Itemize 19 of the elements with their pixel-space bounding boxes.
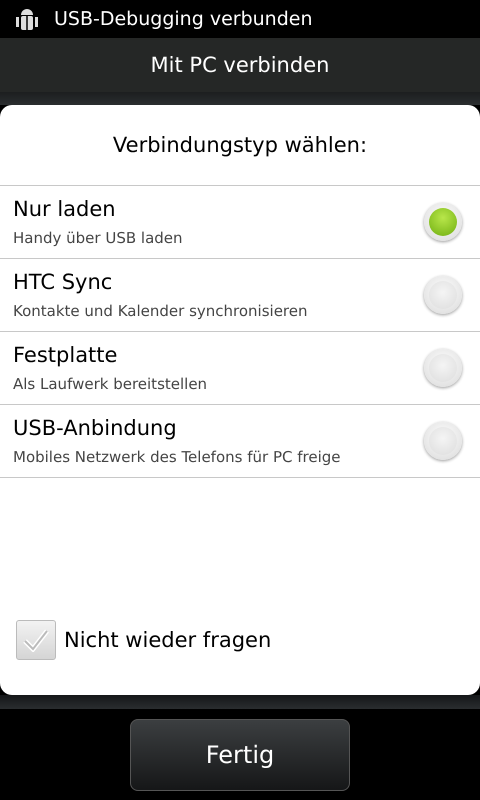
notification-text: USB-Debugging verbunden bbox=[54, 8, 313, 30]
screen-title: Mit PC verbinden bbox=[150, 53, 330, 77]
check-icon bbox=[22, 628, 50, 652]
radio-button[interactable] bbox=[424, 203, 462, 241]
option-title[interactable]: Festplatte bbox=[13, 343, 424, 367]
option-title[interactable]: HTC Sync bbox=[13, 270, 424, 294]
option-title[interactable]: USB-Anbindung bbox=[13, 416, 424, 440]
checkbox[interactable] bbox=[16, 620, 56, 660]
radio-button[interactable] bbox=[424, 422, 462, 460]
option-title[interactable]: Nur laden bbox=[13, 197, 424, 221]
dialog-heading: Verbindungstyp wählen: bbox=[112, 133, 368, 157]
option-subtitle: Kontakte und Kalender synchronisieren bbox=[13, 302, 308, 320]
checkbox-label: Nicht wieder fragen bbox=[64, 628, 272, 652]
option-subtitle: Mobiles Netzwerk des Telefons für PC freige bbox=[13, 448, 342, 466]
radio-button[interactable] bbox=[424, 349, 462, 387]
done-button[interactable]: Fertig bbox=[130, 718, 350, 790]
option-subtitle: Als Laufwerk bereitstellen bbox=[13, 375, 208, 393]
radio-button[interactable] bbox=[424, 276, 462, 314]
option-subtitle: Handy über USB laden bbox=[13, 229, 184, 247]
